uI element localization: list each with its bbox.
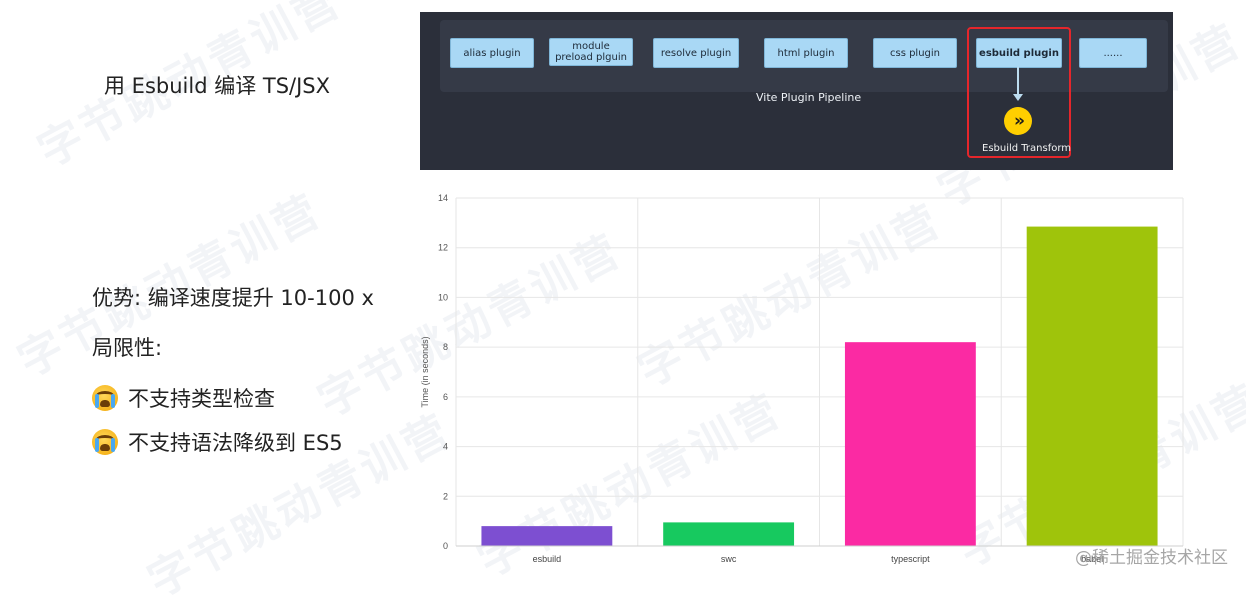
plugin-box-resolve: resolve plugin: [653, 38, 739, 68]
arrow-down-icon: [1013, 94, 1023, 101]
bar-esbuild: [481, 526, 613, 546]
y-tick-label: 4: [443, 442, 448, 452]
plugin-box-module-preload: module preload plguin: [549, 38, 633, 66]
x-tick-label: swc: [721, 554, 737, 564]
y-tick-label: 14: [438, 193, 448, 203]
y-tick-label: 6: [443, 392, 448, 402]
plugin-box-alias: alias plugin: [450, 38, 534, 68]
y-tick-label: 12: [438, 243, 448, 253]
limitation-item-text: 不支持语法降级到 ES5: [128, 431, 343, 455]
esbuild-highlight-box: [967, 27, 1071, 158]
crying-face-icon: [92, 429, 118, 455]
limitation-item-text: 不支持类型检查: [128, 387, 275, 411]
limitation-title: 局限性:: [92, 336, 163, 360]
y-tick-label: 10: [438, 292, 448, 302]
y-tick-label: 8: [443, 342, 448, 352]
bar-swc: [663, 522, 795, 546]
advantage-text: 优势: 编译速度提升 10-100 x: [92, 286, 374, 310]
plugin-box-html: html plugin: [764, 38, 848, 68]
bar-chart-svg: 02468101214esbuild swc typescript babelTime…: [420, 193, 1184, 564]
plugin-box-css: css plugin: [873, 38, 957, 68]
limitation-item: 不支持语法降级到 ES5: [92, 427, 343, 457]
y-tick-label: 0: [443, 541, 448, 551]
bar-typescript: [844, 342, 976, 546]
pipeline-label: Vite Plugin Pipeline: [756, 91, 862, 104]
esbuild-logo-icon: »: [1004, 107, 1032, 135]
x-tick-label: esbuild: [533, 554, 562, 564]
bar-babel: [1026, 226, 1158, 547]
x-tick-label: typescript: [891, 554, 930, 564]
corner-watermark: @稀土掘金技术社区: [1075, 548, 1228, 568]
crying-face-icon: [92, 385, 118, 411]
compile-time-chart: 0 2 4 6 8 10 12 14 esbuild swc typescript babel Time…: [412, 186, 1192, 572]
y-tick-label: 2: [443, 491, 448, 501]
limitation-item: 不支持类型检查: [92, 383, 275, 413]
plugin-box-more: ......: [1079, 38, 1147, 68]
y-axis-label: Time (in seconds): [420, 336, 430, 407]
slide-heading: 用 Esbuild 编译 TS/JSX: [104, 74, 331, 98]
esbuild-transform-label: Esbuild Transform: [982, 143, 1072, 154]
vite-plugin-pipeline-diagram: alias plugin module preload plguin resol…: [420, 12, 1173, 170]
arrow-down-line: [1017, 67, 1019, 97]
